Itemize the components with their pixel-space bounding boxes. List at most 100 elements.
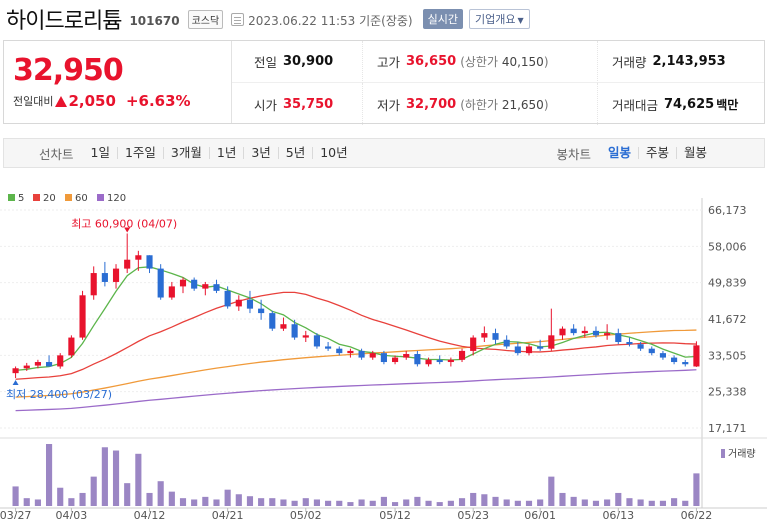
candle-period-1[interactable]: 일봉: [601, 146, 638, 159]
candle-body: [57, 355, 64, 367]
open-cell: 시가 35,750: [232, 83, 362, 125]
candle-body: [23, 365, 30, 369]
candle-period-2[interactable]: 주봉: [637, 146, 676, 159]
current-price: 32,950: [13, 53, 124, 88]
volume-bar: [671, 498, 678, 506]
candle-chart-label: 봉차트: [556, 146, 591, 162]
open-label: 시가: [254, 97, 278, 113]
volume-bar: [626, 498, 633, 506]
volume-bar: [179, 498, 187, 506]
volume-bar: [325, 500, 332, 506]
volume-bar: [57, 487, 64, 506]
volume-value: 2,143,953: [652, 54, 726, 69]
volume-bar: [12, 486, 19, 506]
candle-body: [235, 299, 242, 307]
stock-chart[interactable]: 66,173 58,006 49,839 41,672 33,505 25,338 17,1…: [0, 188, 767, 519]
candle-body: [414, 354, 421, 365]
candle-body: [559, 328, 566, 336]
volume-bar: [615, 492, 622, 506]
stock-name: 하이드로리튬: [6, 9, 122, 34]
line-period-2[interactable]: 1주일: [116, 146, 163, 159]
candle-body: [514, 346, 521, 354]
candle-body: [626, 342, 633, 345]
candle-body: [470, 337, 477, 351]
y-tick-label: 25,338: [708, 386, 747, 399]
x-tick-label: 03/27: [0, 509, 31, 519]
volume-bar: [280, 499, 287, 506]
volume-bar: [336, 500, 343, 506]
candle-body: [570, 328, 577, 334]
candle-body: [391, 357, 399, 363]
line-period-3[interactable]: 3개월: [162, 146, 209, 159]
x-tick-label: 05/23: [457, 509, 489, 519]
candle-body: [68, 337, 75, 356]
change-amount: 2,050: [68, 92, 116, 110]
amount-label: 거래대금: [612, 97, 659, 113]
calendar-icon: [231, 12, 245, 26]
upper-limit-label: 상한가: [464, 55, 498, 69]
volume-bar: [581, 499, 588, 506]
volume-bar: [481, 494, 488, 506]
candle-body: [648, 348, 655, 354]
candle-body: [604, 333, 611, 336]
candle-body: [45, 362, 53, 367]
candle-body: [90, 273, 97, 296]
legend-swatch: [97, 194, 104, 201]
line-period-group: 1일 1주일 3개월 1년 3년 5년 10년: [84, 146, 355, 159]
candle-body: [447, 359, 454, 363]
high-value: 36,650: [406, 54, 457, 69]
stock-header: 하이드로리튬 101670 코스닥 2023.06.22 11:53 기준(장중…: [0, 0, 767, 38]
y-tick-label: 33,505: [708, 349, 747, 362]
candle-body: [191, 279, 198, 289]
x-tick-label: 04/03: [56, 509, 88, 519]
realtime-button[interactable]: 실시간: [422, 9, 463, 29]
company-info-button[interactable]: 기업개요 ▼: [469, 9, 530, 29]
candle-body: [246, 299, 254, 309]
candle-body: [615, 333, 622, 343]
candle-body: [34, 362, 41, 366]
volume-bar: [447, 500, 454, 506]
volume-bar: [436, 502, 443, 506]
x-tick-label: 05/02: [290, 509, 322, 519]
open-value: 35,750: [283, 96, 334, 112]
volume-bar: [514, 500, 521, 506]
volume-bar: [291, 500, 298, 506]
amount-cell: 거래대금 74,625 백만: [597, 83, 764, 125]
lower-limit: (하한가 21,650): [460, 97, 549, 112]
volume-bar: [592, 500, 600, 506]
candle-body: [537, 346, 544, 349]
candle-period-3[interactable]: 월봉: [675, 146, 714, 159]
volume-bar: [269, 498, 276, 506]
candle-body: [168, 286, 175, 298]
volume-legend-swatch: [721, 449, 725, 458]
ma60-line: [15, 329, 697, 398]
line-period-7[interactable]: 10년: [312, 146, 354, 159]
candle-body: [380, 353, 387, 363]
quote-grid: 전일 30,900 고가 36,650 (상한가 40,150) 거래량 2,143,9…: [232, 41, 764, 125]
candle-body: [135, 255, 142, 260]
x-tick-label: 06/13: [602, 509, 634, 519]
candle-body: [592, 330, 600, 336]
up-triangle-icon: [55, 95, 68, 107]
line-period-4[interactable]: 1년: [208, 146, 243, 159]
volume-bar: [313, 499, 321, 506]
line-period-6[interactable]: 5년: [277, 146, 312, 159]
volume-bar: [202, 496, 209, 506]
candle-body: [403, 354, 410, 358]
low-value: 32,700: [406, 96, 457, 112]
volume-cell: 거래량 2,143,953: [597, 41, 764, 83]
candle-body: [280, 324, 287, 329]
line-period-1[interactable]: 1일: [84, 146, 117, 159]
prev-close-label: 전일: [254, 55, 278, 70]
x-tick-label: 04/21: [212, 509, 244, 519]
volume-bar: [68, 498, 75, 506]
candle-period-group: 일봉 주봉 월봉: [601, 146, 714, 159]
quote-panel: 32,950 전일대비 2,050 +6.63% 전일 30,900 고가 36,6…: [3, 40, 765, 125]
volume-bar: [90, 476, 97, 506]
volume-bar: [537, 499, 544, 506]
line-chart-label: 선차트: [39, 146, 74, 162]
candle-body: [146, 255, 153, 269]
line-period-5[interactable]: 3년: [243, 146, 277, 159]
volume-bar: [246, 496, 254, 506]
low-label: 저가: [377, 97, 401, 113]
